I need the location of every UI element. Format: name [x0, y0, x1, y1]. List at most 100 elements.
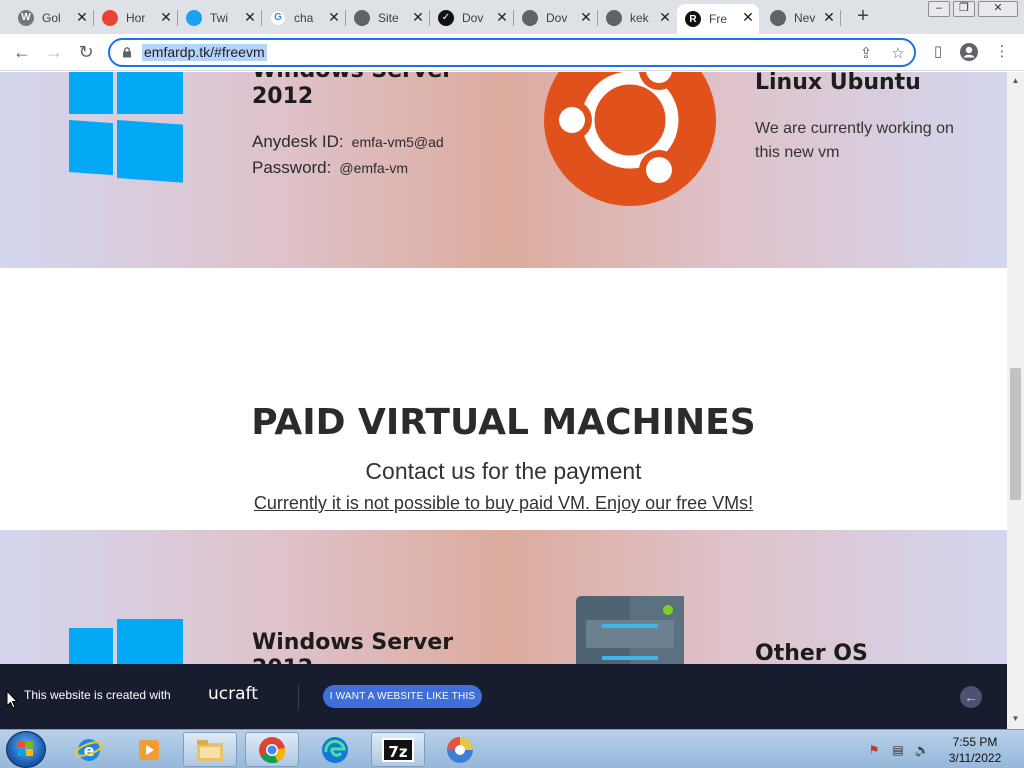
check-circle-icon: ✓ [438, 9, 454, 26]
internet-explorer-icon[interactable]: e [62, 732, 116, 767]
close-tab-icon[interactable]: ✕ [822, 9, 836, 25]
windows-logo-icon [69, 619, 183, 664]
server-icon [576, 596, 684, 664]
tab-title: kek [630, 10, 649, 25]
lock-icon[interactable] [122, 47, 132, 58]
system-clock[interactable]: 7:55 PM 3/11/2022 [940, 734, 1010, 766]
tab-3[interactable]: Twi ✕ [178, 4, 262, 31]
screen: W Gol ✕ Hor ✕ Twi ✕ G cha ✕ Site ✕ ✓ Dov… [0, 0, 1024, 768]
volume-icon[interactable]: 🔈 [914, 742, 930, 758]
url-text[interactable]: emfardp.tk/#freevm [142, 44, 267, 61]
bookmark-star-icon[interactable]: ☆ [888, 44, 908, 64]
close-tab-icon[interactable]: ✕ [243, 9, 257, 25]
tab-6[interactable]: ✓ Dov ✕ [430, 4, 514, 31]
7zip-label: 7z [382, 737, 414, 762]
password-row: Password: @emfa-vm [252, 158, 408, 178]
side-panel-icon[interactable]: ▯ [928, 42, 948, 62]
close-tab-icon[interactable]: ✕ [495, 9, 509, 25]
anydesk-label: Anydesk ID: [252, 132, 344, 151]
close-tab-icon[interactable]: ✕ [159, 9, 173, 25]
close-tab-icon[interactable]: ✕ [741, 9, 755, 25]
reload-button[interactable]: ↻ [74, 40, 98, 64]
globe-icon [522, 9, 538, 26]
browser-icon[interactable] [433, 732, 487, 767]
arrow-left-icon[interactable]: ← [960, 686, 982, 708]
twitter-icon [186, 9, 202, 26]
close-tab-icon[interactable]: ✕ [327, 9, 341, 25]
minimize-button[interactable]: ‒ [928, 1, 950, 17]
password-label: Password: [252, 158, 332, 177]
share-icon[interactable]: ⇪ [856, 44, 876, 64]
tab-title: cha [294, 10, 314, 25]
scroll-down-icon[interactable]: ▼ [1011, 714, 1020, 723]
os-title-windows: Windows Server 2012 [252, 72, 453, 110]
chrome-icon [770, 9, 786, 26]
file-explorer-icon[interactable] [183, 732, 237, 767]
tab-8[interactable]: kek ✕ [598, 4, 676, 31]
7zip-icon[interactable]: 7z [371, 732, 425, 767]
paid-section-title: PAID VIRTUAL MACHINES [251, 402, 756, 443]
tab-2[interactable]: Hor ✕ [94, 4, 178, 31]
password-value: @emfa-vm [339, 160, 409, 176]
tab-title: Twi [210, 10, 228, 25]
restore-button[interactable]: ❐ [953, 1, 975, 17]
os-title-other: Other OS [755, 641, 868, 664]
windows-logo-icon [69, 72, 183, 183]
anydesk-row: Anydesk ID: emfa-vm5@ad [252, 132, 444, 152]
page-scrollbar[interactable]: ▲ ▼ [1007, 72, 1024, 729]
want-website-button[interactable]: I WANT A WEBSITE LIKE THIS [323, 685, 482, 708]
forward-button[interactable]: → [42, 40, 66, 64]
close-tab-icon[interactable]: ✕ [75, 9, 89, 25]
tab-title: Dov [546, 10, 568, 25]
tab-1[interactable]: W Gol ✕ [10, 4, 94, 31]
tab-title: Site [378, 10, 399, 25]
scrollbar-thumb[interactable] [1010, 368, 1021, 500]
address-bar[interactable]: emfardp.tk/#freevm ⇪ ☆ [108, 38, 916, 67]
menu-kebab-icon[interactable]: ⋮ [992, 42, 1012, 62]
back-button[interactable]: ← [10, 40, 34, 64]
google-icon: G [270, 9, 286, 26]
anydesk-value: emfa-vm5@ad [351, 134, 444, 150]
scroll-up-icon[interactable]: ▲ [1011, 76, 1020, 85]
os-title-windows-paid: Windows Server 2012 [252, 630, 453, 664]
paid-notice-link[interactable]: Currently it is not possible to buy paid… [0, 493, 1007, 514]
close-tab-icon[interactable]: ✕ [658, 9, 672, 25]
tab-9-active[interactable]: R Fre ✕ [677, 4, 759, 34]
globe-icon [606, 9, 622, 26]
profile-avatar-icon[interactable] [959, 42, 979, 62]
wikipedia-icon: W [18, 9, 34, 26]
tab-10[interactable]: Nev ✕ [762, 4, 841, 31]
ubuntu-logo-icon [544, 72, 716, 206]
ucraft-logo[interactable]: ucraft [208, 684, 258, 704]
start-button[interactable] [6, 731, 46, 768]
tab-title: Hor [126, 10, 146, 25]
network-icon[interactable]: ▤ [890, 742, 906, 758]
google-maps-icon [102, 9, 118, 26]
close-window-button[interactable]: ✕ [978, 1, 1018, 17]
tab-4[interactable]: G cha ✕ [262, 4, 346, 31]
close-tab-icon[interactable]: ✕ [579, 9, 593, 25]
banner-text: This website is created with [24, 688, 171, 702]
clock-date: 3/11/2022 [948, 751, 1002, 765]
chrome-icon[interactable] [245, 732, 299, 767]
tab-7[interactable]: Dov ✕ [514, 4, 598, 31]
os-title-line: 2012 [252, 656, 453, 664]
tab-5[interactable]: Site ✕ [346, 4, 430, 31]
new-tab-button[interactable]: + [852, 6, 874, 28]
windows-taskbar: e 7z ⚑ ▤ 🔈 7:55 PM 3/11/2022 [0, 729, 1024, 768]
windows-flag-icon [18, 741, 33, 756]
free-vm-band: Windows Server 2012 Anydesk ID: emfa-vm5@… [0, 72, 1007, 268]
divider [298, 684, 299, 710]
edge-icon[interactable] [308, 732, 362, 767]
tab-strip: W Gol ✕ Hor ✕ Twi ✕ G cha ✕ Site ✕ ✓ Dov… [0, 0, 1024, 34]
tab-title: Gol [42, 10, 61, 25]
linux-description: We are currently working on this new vm [755, 120, 954, 161]
flag-alert-icon[interactable]: ⚑ [866, 742, 882, 758]
os-title-line: Windows Server [252, 72, 453, 84]
media-player-icon[interactable] [122, 732, 176, 767]
browser-toolbar: ← → ↻ emfardp.tk/#freevm ⇪ ☆ ▯ ⋮ [0, 34, 1024, 71]
close-tab-icon[interactable]: ✕ [411, 9, 425, 25]
tab-title: Dov [462, 10, 484, 25]
ucraft-icon: R [685, 11, 701, 27]
ucraft-banner: This website is created with ucraft I WA… [0, 664, 1007, 729]
